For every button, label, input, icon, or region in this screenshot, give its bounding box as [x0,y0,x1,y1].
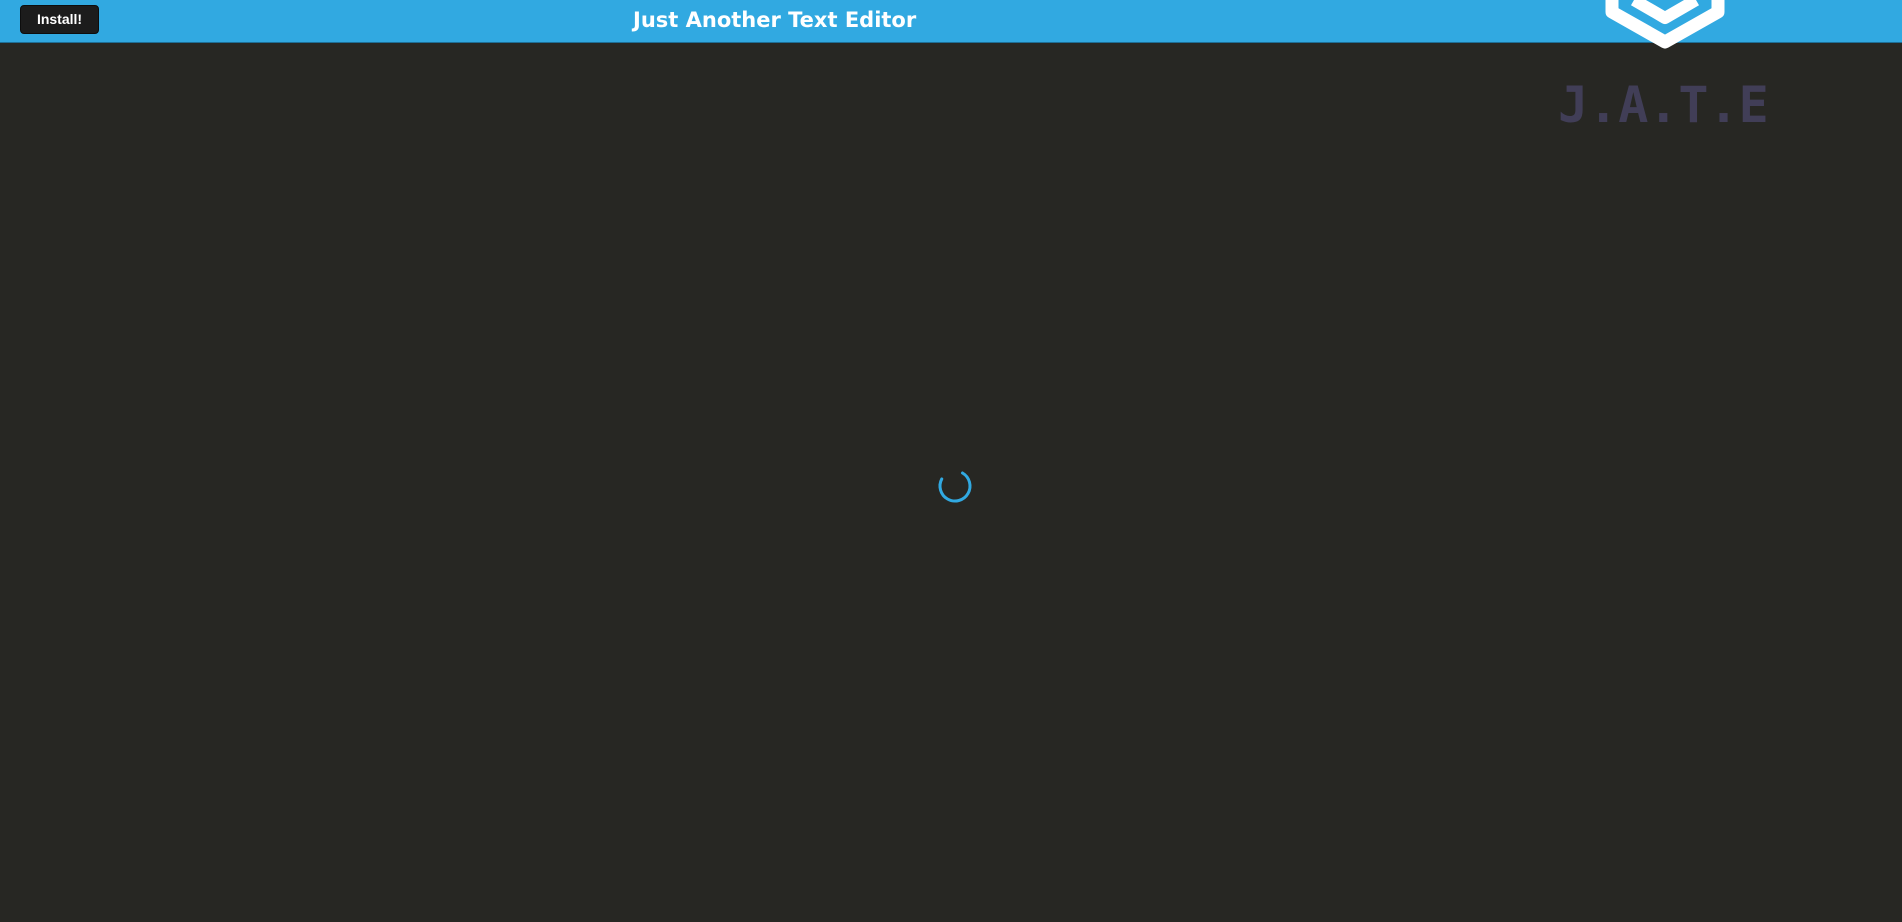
loading-spinner-icon [938,469,972,503]
install-button[interactable]: Install! [20,5,99,34]
app-title: Just Another Text Editor [633,8,917,32]
